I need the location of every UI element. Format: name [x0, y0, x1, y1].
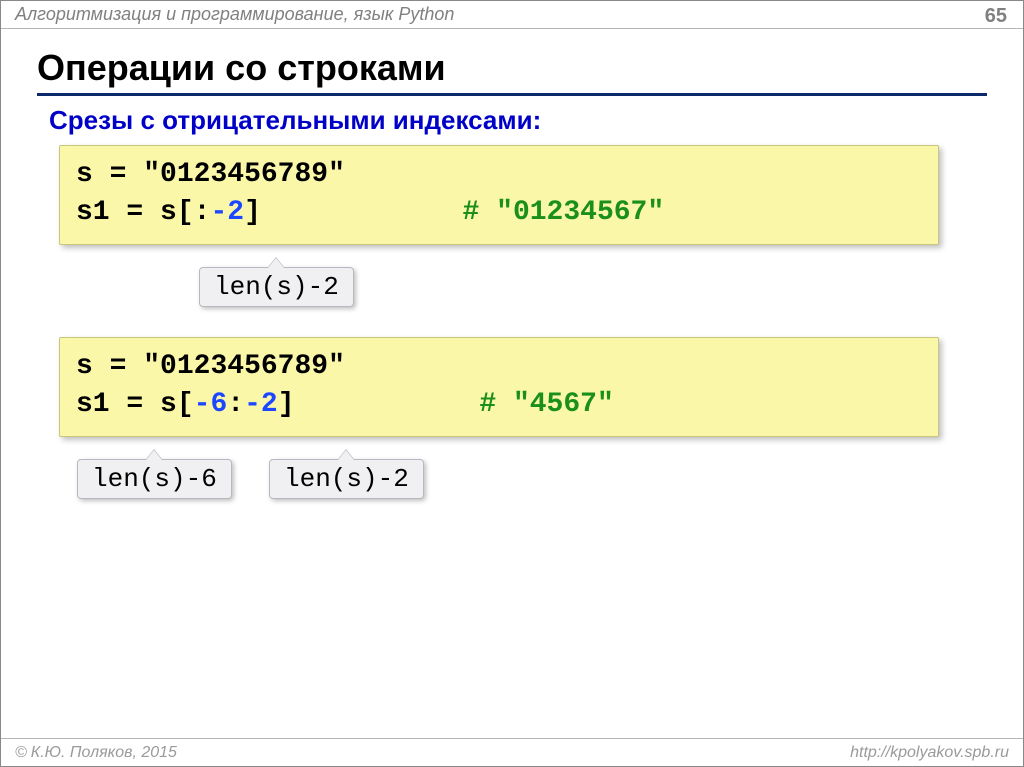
code1-l2-post: ]: [244, 197, 261, 228]
footer: © К.Ю. Поляков, 2015 http://kpolyakov.sp…: [1, 738, 1023, 766]
code-block-2: s = "0123456789" s1 = s[-6:-2] # "4567": [59, 337, 939, 437]
footer-url: http://kpolyakov.spb.ru: [850, 744, 1009, 762]
callout-len-minus-6: len(s)-6: [77, 459, 232, 499]
code2-eq: =: [110, 351, 127, 382]
code1-l2-eq: =: [126, 197, 143, 228]
code1-lhs: s: [76, 159, 93, 190]
code2-lhs: s: [76, 351, 93, 382]
topbar: Алгоритмизация и программирование, язык …: [1, 1, 1023, 29]
code1-l2-neg: -2: [210, 197, 244, 228]
code2-l2-mid: :: [227, 389, 244, 420]
callout-len-minus-2b: len(s)-2: [269, 459, 424, 499]
code1-rhs: "0123456789": [143, 159, 345, 190]
page-number: 65: [985, 5, 1007, 28]
subheading: Срезы с отрицательными индексами:: [49, 105, 541, 136]
code2-l2-neg2: -2: [244, 389, 278, 420]
code1-l2-pre: s[:: [160, 197, 210, 228]
code2-l2-eq: =: [126, 389, 143, 420]
code2-l2-neg1: -6: [194, 389, 228, 420]
copyright-icon: ©: [15, 744, 27, 762]
page-heading: Операции со строками: [37, 47, 987, 96]
callout-len-minus-2: len(s)-2: [199, 267, 354, 307]
topbar-title: Алгоритмизация и программирование, язык …: [15, 4, 454, 25]
code1-l2-comment: # "01234567": [463, 197, 665, 228]
footer-author: К.Ю. Поляков, 2015: [31, 744, 177, 762]
code1-eq: =: [110, 159, 127, 190]
code2-rhs: "0123456789": [143, 351, 345, 382]
slide: Алгоритмизация и программирование, язык …: [0, 0, 1024, 767]
code1-l2-lhs: s1: [76, 197, 110, 228]
code2-l2-comment: # "4567": [479, 389, 613, 420]
code2-l2-pre: s[: [160, 389, 194, 420]
code2-l2-lhs: s1: [76, 389, 110, 420]
footer-copyright: © К.Ю. Поляков, 2015: [15, 744, 177, 762]
code-block-1: s = "0123456789" s1 = s[:-2] # "01234567…: [59, 145, 939, 245]
code2-l2-post: ]: [278, 389, 295, 420]
